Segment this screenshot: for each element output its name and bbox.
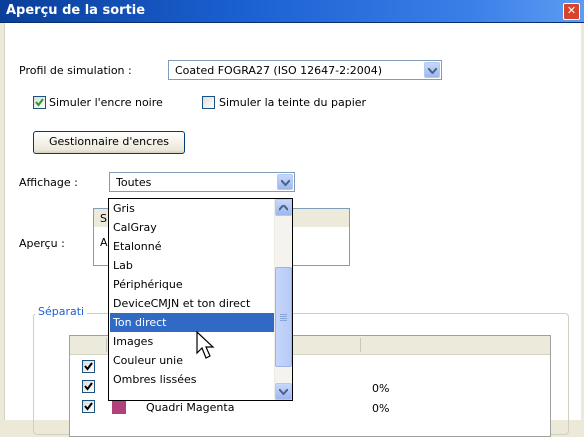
separation-row-value: 0% [372, 402, 390, 415]
separation-row-checkbox[interactable] [82, 400, 95, 413]
simulation-profile-dropdown-button[interactable] [424, 62, 440, 78]
display-dropdown-button[interactable] [277, 174, 293, 190]
ink-manager-button[interactable]: Gestionnaire d'encres [33, 131, 185, 154]
checkmark-icon [84, 402, 93, 411]
separation-row-value: 0% [372, 382, 390, 395]
checkmark-icon [35, 98, 44, 107]
title-bar: Aperçu de la sortie ✕ [0, 0, 584, 23]
mouse-cursor-icon [196, 331, 215, 359]
checkmark-icon [84, 362, 93, 371]
display-option-couleur-unie[interactable]: Couleur unie [110, 351, 276, 370]
preview-row-text: A [100, 236, 108, 249]
scroll-up-button[interactable] [275, 199, 292, 216]
display-option-lab[interactable]: Lab [110, 256, 276, 275]
magenta-swatch [112, 400, 126, 414]
preview-header-text: S [100, 212, 107, 225]
display-option-devicecmjn[interactable]: DeviceCMJN et ton direct [110, 294, 276, 313]
display-option-gris[interactable]: Gris [110, 199, 276, 218]
chevron-down-icon [428, 68, 437, 74]
window-title: Aperçu de la sortie [6, 3, 146, 18]
simulation-profile-value: Coated FOGRA27 (ISO 12647-2:2004) [175, 64, 383, 77]
separation-row-checkbox[interactable] [82, 380, 95, 393]
simulate-black-ink-checkbox[interactable] [33, 96, 46, 109]
display-dropdown-list[interactable]: Gris CalGray Etalonné Lab Périphérique D… [108, 198, 293, 401]
display-option-peripherique[interactable]: Périphérique [110, 275, 276, 294]
display-label: Affichage : [19, 176, 78, 189]
display-option-images[interactable]: Images [110, 332, 276, 351]
display-option-etalonne[interactable]: Etalonné [110, 237, 276, 256]
chevron-down-icon [281, 180, 290, 186]
chevron-down-icon [279, 389, 288, 395]
checkmark-icon [84, 382, 93, 391]
simulate-paper-tint-checkbox[interactable] [202, 96, 215, 109]
scroll-thumb[interactable] [275, 267, 292, 367]
display-option-calgray[interactable]: CalGray [110, 218, 276, 237]
close-icon[interactable]: ✕ [567, 4, 576, 17]
preview-label: Aperçu : [19, 237, 65, 250]
display-option-ombres-lissees[interactable]: Ombres lissées [110, 370, 276, 389]
simulation-profile-select[interactable]: Coated FOGRA27 (ISO 12647-2:2004) [168, 60, 442, 80]
separation-row-name: Quadri Magenta [146, 401, 235, 414]
display-option-ton-direct[interactable]: Ton direct [110, 313, 276, 332]
chevron-up-icon [279, 205, 288, 211]
scroll-down-button[interactable] [275, 383, 292, 400]
display-value: Toutes [116, 176, 152, 189]
simulate-paper-tint-label: Simuler la teinte du papier [219, 96, 367, 109]
display-select[interactable]: Toutes [109, 172, 295, 192]
close-button[interactable]: ✕ [563, 3, 580, 20]
simulation-profile-label: Profil de simulation : [19, 64, 132, 77]
simulate-black-ink-label: Simuler l'encre noire [49, 96, 163, 109]
separations-group-title: Séparati [35, 305, 88, 318]
separation-row-checkbox[interactable] [82, 360, 95, 373]
dropdown-scrollbar[interactable] [274, 199, 292, 400]
